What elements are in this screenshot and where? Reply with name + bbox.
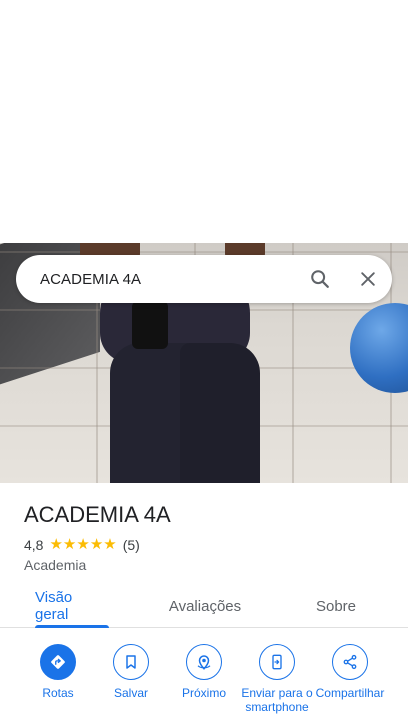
nearby-button[interactable]: Próximo [164,644,244,700]
search-bar[interactable]: ACADEMIA 4A [16,255,392,303]
share-icon [343,654,357,670]
rating-value: 4,8 [24,537,44,553]
tab-about[interactable]: Sobre [312,585,360,627]
send-to-phone-button[interactable]: Enviar para o smartphone [237,644,317,714]
star-icon: ★ [103,536,117,553]
place-title: ACADEMIA 4A [24,502,171,527]
tab-label: Sobre [315,597,357,615]
rating-row[interactable]: 4,8 ★ ★ ★ ★ ★ (5) [24,537,140,553]
tab-bar: Visão geral Avaliações Sobre [0,585,408,628]
tab-label: Avaliações [168,597,242,615]
share-circle [332,644,368,680]
send-to-phone-icon [272,654,282,670]
star-icon: ★ [49,536,63,553]
nearby-circle [186,644,222,680]
save-button[interactable]: Salvar [91,644,171,700]
photo-phone [132,301,168,349]
map-blank-area [0,0,408,243]
nearby-icon [197,655,211,670]
directions-button[interactable]: Rotas [18,644,98,700]
send-to-phone-circle [259,644,295,680]
share-button[interactable]: Compartilhar [310,644,390,700]
action-label: Enviar para o smartphone [241,686,313,714]
tab-label: Visão geral [35,589,73,623]
photo-person-leg [180,343,260,483]
action-label: Próximo [181,686,226,700]
star-icon: ★ [76,536,90,553]
search-button[interactable] [296,255,344,303]
action-label: Salvar [113,686,148,700]
tab-overview[interactable]: Visão geral [35,585,109,628]
search-query[interactable]: ACADEMIA 4A [40,271,296,288]
place-category[interactable]: Academia [24,557,86,573]
review-count[interactable]: (5) [123,537,140,553]
star-icon: ★ [62,536,77,553]
action-label: Rotas [42,686,74,700]
star-rating: ★ ★ ★ ★ ★ [49,536,117,553]
action-buttons: Rotas Salvar Próximo Enviar para o smart… [0,644,408,726]
search-icon [311,270,329,288]
close-icon [361,272,375,286]
directions-icon [51,655,65,669]
active-tab-indicator [35,625,109,628]
close-button[interactable] [344,255,392,303]
save-circle [113,644,149,680]
action-label: Compartilhar [315,686,385,700]
bookmark-icon [126,655,136,669]
directions-circle [40,644,76,680]
tab-reviews[interactable]: Avaliações [168,585,242,627]
star-icon: ★ [89,536,104,553]
